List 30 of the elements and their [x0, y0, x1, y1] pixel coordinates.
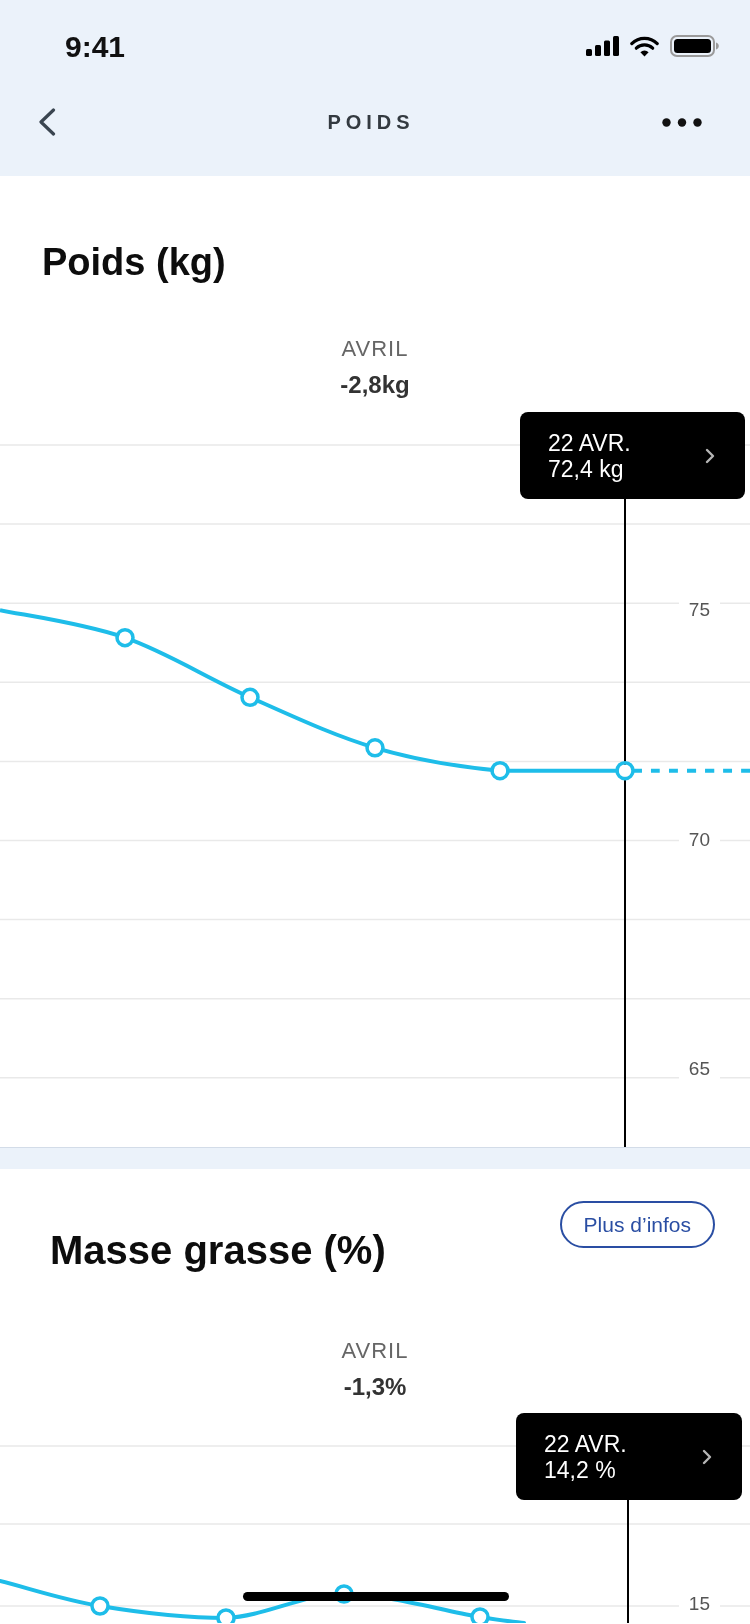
more-icon	[662, 117, 702, 127]
period-label: AVRIL	[341, 1337, 409, 1365]
wifi-icon	[630, 35, 659, 57]
more-info-button[interactable]: Plus d’infos	[559, 1201, 715, 1248]
status-time: 9:41	[65, 29, 126, 65]
signal-icon	[586, 36, 619, 56]
data-point	[115, 627, 135, 648]
chevron-right-icon	[702, 1448, 712, 1465]
data-point	[365, 738, 385, 758]
tooltip-card[interactable]: 22 AVR. 14,2 %	[516, 1413, 742, 1500]
tooltip-card[interactable]: 22 AVR. 72,4 kg	[520, 412, 745, 499]
tooltip-date: 22 AVR.	[548, 429, 631, 456]
data-point	[90, 1596, 110, 1616]
period-label: AVRIL	[341, 335, 409, 363]
back-button[interactable]	[38, 108, 56, 136]
tooltip-value: 14,2 %	[544, 1456, 617, 1483]
tooltip-value: 72,4 kg	[548, 455, 625, 482]
tooltip-date: 22 AVR.	[544, 1430, 627, 1457]
page-title: POIDS	[327, 110, 415, 134]
section-title: Poids (kg)	[42, 240, 226, 285]
back-icon	[38, 108, 56, 136]
period-change: -1,3%	[343, 1372, 407, 1402]
data-point	[490, 760, 510, 781]
section-title: Masse grasse (%)	[50, 1227, 386, 1274]
data-point	[615, 760, 635, 781]
more-button[interactable]	[662, 117, 702, 127]
data-point	[240, 687, 260, 708]
chevron-right-icon	[705, 447, 715, 464]
period-change: -2,8kg	[340, 370, 410, 400]
battery-icon	[670, 35, 719, 57]
